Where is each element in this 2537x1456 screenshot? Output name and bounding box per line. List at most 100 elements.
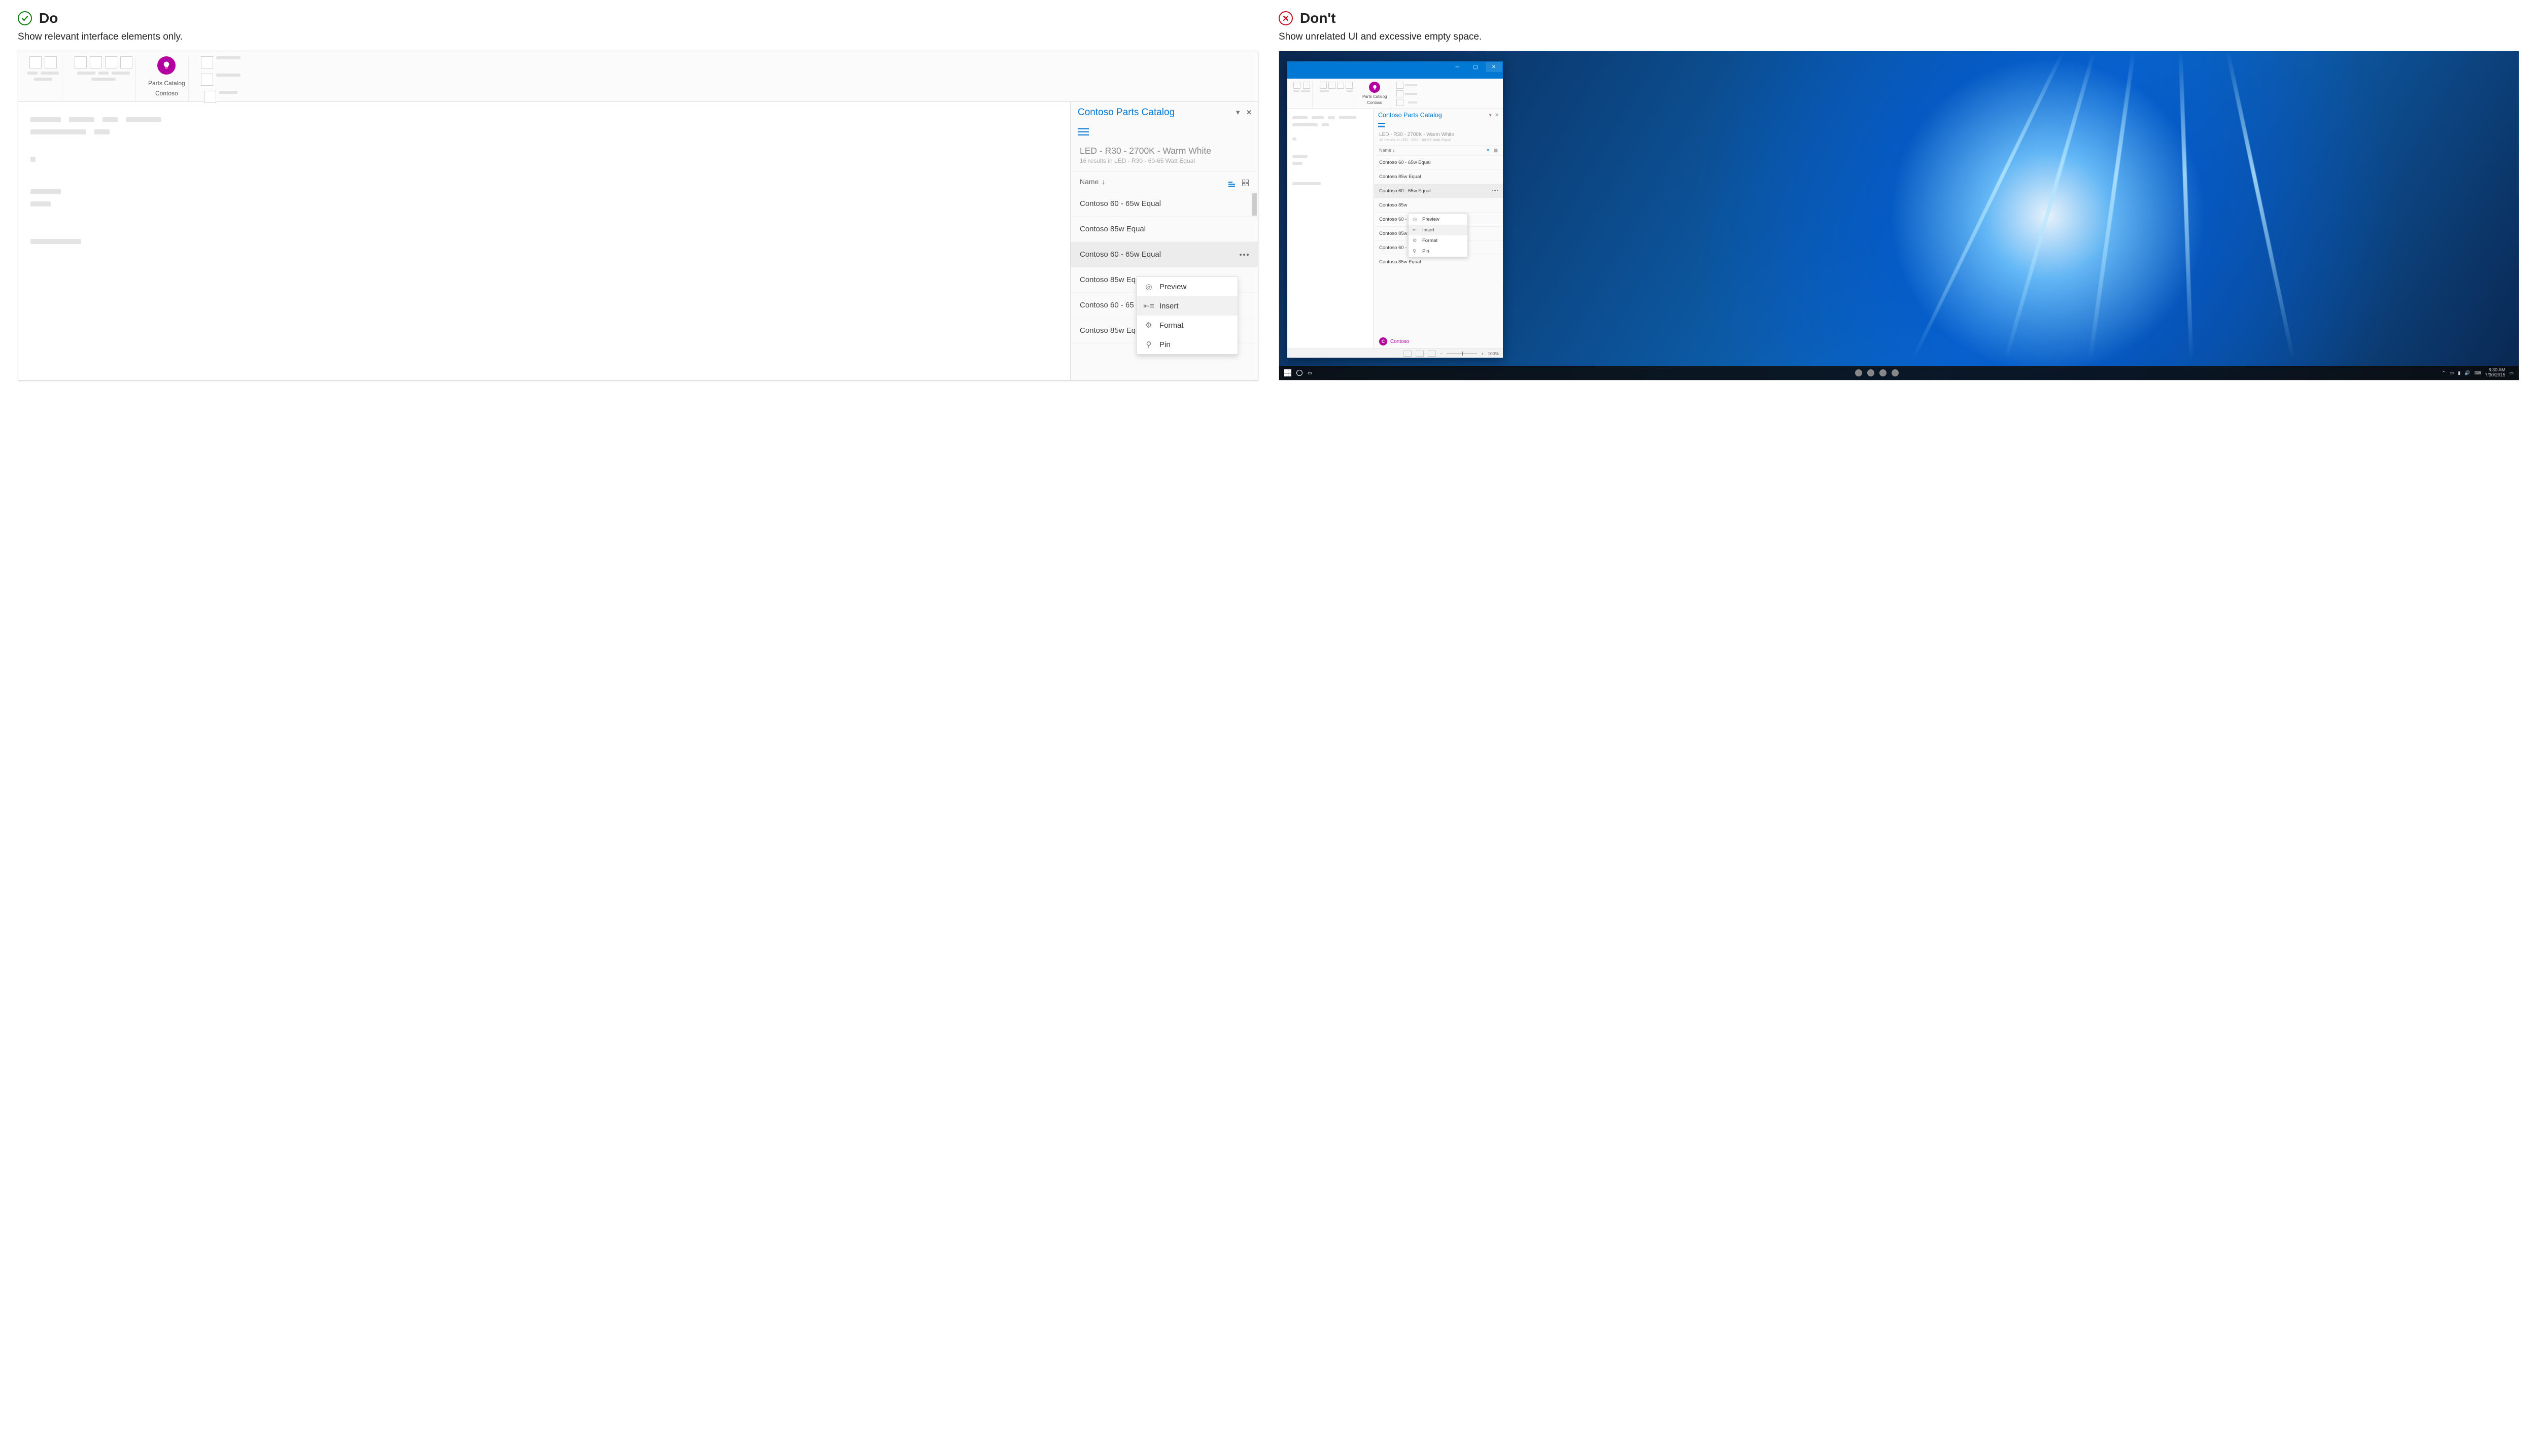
- sort-button[interactable]: Name ↓: [1379, 148, 1395, 153]
- context-menu: ◎Preview ⇤Insert ⚙Format ⚲Pin: [1408, 214, 1468, 257]
- zoom-in-icon[interactable]: +: [1481, 351, 1484, 356]
- grid-view-icon[interactable]: ▦: [1493, 148, 1498, 153]
- keyboard-icon[interactable]: ⌨: [2474, 370, 2481, 376]
- app-window: ─ ▢ ✕ Parts Catalog Contoso: [1287, 61, 1503, 358]
- pane-footer: C Contoso: [1374, 334, 1503, 349]
- menu-insert[interactable]: ⇤≡Insert: [1137, 296, 1238, 316]
- pane-close-icon[interactable]: ✕: [1246, 109, 1252, 117]
- list-item[interactable]: Contoso 85w: [1374, 198, 1503, 212]
- do-screenshot: Parts Catalog Contoso: [18, 51, 1258, 380]
- menu-format[interactable]: ⚙Format: [1137, 316, 1238, 335]
- ribbon-button-label: Parts Catalog: [148, 80, 185, 87]
- ribbon: Parts Catalog Contoso: [18, 51, 1258, 102]
- battery-icon[interactable]: ▮: [2458, 370, 2460, 376]
- pane-dropdown-icon[interactable]: ▼: [1235, 109, 1241, 117]
- footer-name: Contoso: [1390, 339, 1409, 344]
- sort-button[interactable]: Name ↓: [1080, 178, 1105, 186]
- avatar: C: [1379, 337, 1387, 345]
- pin-icon: ⚲: [1413, 249, 1419, 254]
- list-item[interactable]: Contoso 60 - 65w Equal: [1374, 155, 1503, 169]
- clock[interactable]: 6:30 AM 7/30/2015: [2485, 368, 2505, 378]
- preview-icon: ◎: [1413, 217, 1419, 222]
- context-menu: ◎Preview ⇤≡Insert ⚙Format ⚲Pin: [1137, 276, 1238, 355]
- list-item[interactable]: Contoso 85w Equal: [1374, 169, 1503, 184]
- do-subtitle: Show relevant interface elements only.: [18, 31, 1258, 43]
- ribbon: Parts Catalog Contoso: [1287, 79, 1503, 109]
- pane-title: Contoso Parts Catalog: [1078, 107, 1175, 118]
- taskbar-app-icon[interactable]: [1855, 369, 1862, 376]
- volume-icon[interactable]: 🔊: [2464, 370, 2470, 376]
- format-icon: ⚙: [1413, 238, 1419, 244]
- cortana-icon[interactable]: [1296, 370, 1302, 376]
- list-item-selected[interactable]: Contoso 60 - 65w Equal: [1071, 242, 1258, 267]
- more-icon[interactable]: [1492, 190, 1498, 192]
- menu-preview[interactable]: ◎Preview: [1137, 277, 1238, 296]
- action-center-icon[interactable]: ▭: [2509, 370, 2514, 376]
- results-count: 16 results in LED - R30 - 60-65 Watt Equ…: [1071, 157, 1258, 171]
- start-icon[interactable]: [1284, 369, 1291, 376]
- document-body: [1287, 109, 1374, 349]
- pane-close-icon[interactable]: ✕: [1495, 113, 1499, 118]
- ribbon-button-sublabel: Contoso: [155, 90, 178, 97]
- menu-format[interactable]: ⚙Format: [1409, 235, 1467, 246]
- results-count: 16 results in LED - R30 - 60-65 Watt Equ…: [1374, 137, 1503, 145]
- menu-pin[interactable]: ⚲Pin: [1409, 246, 1467, 257]
- dont-heading: Don't: [1300, 10, 1335, 26]
- menu-preview[interactable]: ◎Preview: [1409, 214, 1467, 225]
- titlebar: ─ ▢ ✕: [1287, 61, 1503, 73]
- pin-icon: ⚲: [1144, 340, 1153, 349]
- pane-dropdown-icon[interactable]: ▾: [1489, 113, 1492, 118]
- list-view-icon[interactable]: [1228, 176, 1235, 187]
- dont-subtitle: Show unrelated UI and excessive empty sp…: [1279, 31, 2519, 43]
- view-button[interactable]: [1416, 351, 1424, 357]
- lightbulb-icon: [157, 56, 176, 75]
- document-body: [18, 102, 1070, 380]
- arrow-down-icon: ↓: [1393, 148, 1395, 153]
- x-icon: [1279, 11, 1293, 25]
- hamburger-icon[interactable]: [1374, 120, 1503, 130]
- list-item[interactable]: Contoso 60 - 65w Equal: [1071, 191, 1258, 217]
- list-item-selected[interactable]: Contoso 60 - 65w Equal: [1374, 184, 1503, 198]
- sort-label: Name: [1080, 178, 1099, 186]
- taskbar-app-icon[interactable]: [1879, 369, 1887, 376]
- taskbar: ▭ ⌃ ▭ ▮ 🔊 ⌨ 6:30 AM 7/30/2015: [1279, 366, 2519, 380]
- zoom-slider[interactable]: [1447, 353, 1477, 354]
- hamburger-icon[interactable]: [1071, 121, 1258, 143]
- insert-icon: ⇤≡: [1144, 301, 1153, 310]
- taskbar-apps: [1855, 369, 1899, 376]
- more-icon[interactable]: [1240, 254, 1249, 256]
- list-view-icon[interactable]: ≡: [1487, 148, 1489, 153]
- menu-pin[interactable]: ⚲Pin: [1137, 335, 1238, 354]
- grid-view-icon[interactable]: [1242, 176, 1249, 187]
- minimize-button[interactable]: ─: [1449, 62, 1465, 72]
- pane-title: Contoso Parts Catalog: [1378, 112, 1442, 119]
- list-item[interactable]: Contoso 85w Equal: [1071, 217, 1258, 242]
- dont-column: Don't Show unrelated UI and excessive em…: [1279, 10, 2519, 380]
- breadcrumb: LED - R30 - 2700K - Warm White: [1071, 143, 1258, 157]
- network-icon[interactable]: ▭: [2450, 370, 2454, 376]
- zoom-level: 100%: [1488, 351, 1499, 356]
- preview-icon: ◎: [1144, 282, 1153, 291]
- close-button[interactable]: ✕: [1486, 62, 1502, 72]
- taskbar-app-icon[interactable]: [1867, 369, 1874, 376]
- menu-insert[interactable]: ⇤Insert: [1409, 225, 1467, 235]
- taskbar-app-icon[interactable]: [1892, 369, 1899, 376]
- dont-screenshot: ─ ▢ ✕ Parts Catalog Contoso: [1279, 51, 2519, 380]
- parts-catalog-ribbon-button[interactable]: Parts Catalog Contoso: [1360, 82, 1389, 109]
- check-icon: [18, 11, 32, 25]
- view-button[interactable]: [1403, 351, 1412, 357]
- breadcrumb: LED - R30 - 2700K - Warm White: [1374, 130, 1503, 137]
- taskview-icon[interactable]: ▭: [1308, 370, 1312, 376]
- do-heading: Do: [39, 10, 58, 26]
- scrollbar[interactable]: [1252, 193, 1257, 216]
- task-pane: Contoso Parts Catalog ▼ ✕ LED - R30 - 27…: [1070, 102, 1258, 380]
- statusbar: − + 100%: [1287, 349, 1503, 358]
- zoom-out-icon[interactable]: −: [1440, 351, 1443, 356]
- parts-catalog-ribbon-button[interactable]: Parts Catalog Contoso: [145, 56, 189, 101]
- maximize-button[interactable]: ▢: [1467, 62, 1484, 72]
- arrow-down-icon: ↓: [1102, 178, 1105, 186]
- view-button[interactable]: [1428, 351, 1436, 357]
- format-icon: ⚙: [1144, 321, 1153, 330]
- tray-chevron-icon[interactable]: ⌃: [2442, 370, 2446, 376]
- do-column: Do Show relevant interface elements only…: [18, 10, 1258, 380]
